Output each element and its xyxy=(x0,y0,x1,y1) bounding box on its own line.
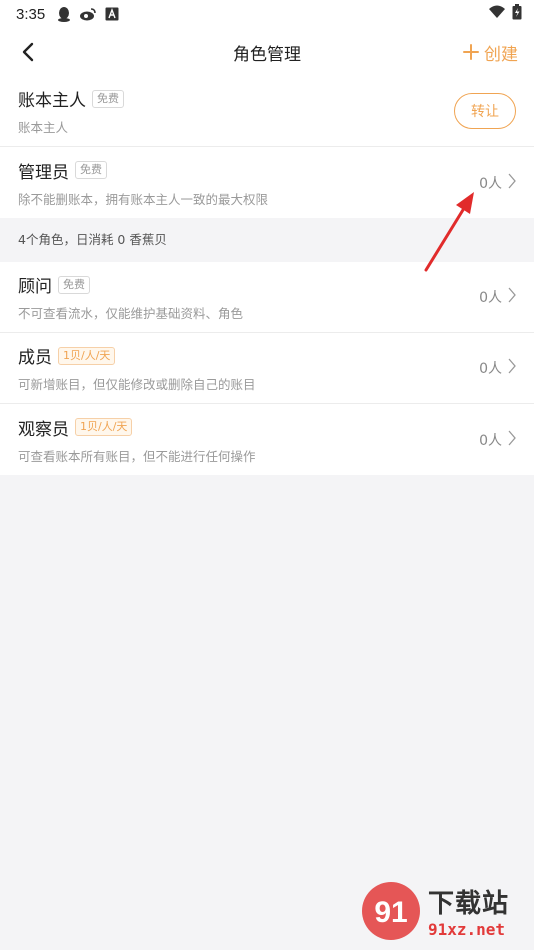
chevron-right-icon xyxy=(508,358,516,378)
nav-bar: 角色管理 创建 xyxy=(0,28,534,76)
role-count: 0人 xyxy=(479,173,516,193)
role-row-observer[interactable]: 观察员 1贝/人/天 可查看账本所有账目，但不能进行任何操作 0人 xyxy=(0,404,534,475)
create-button[interactable]: 创建 xyxy=(462,40,518,65)
status-right xyxy=(488,4,522,24)
role-badge: 免费 xyxy=(92,89,124,108)
font-a-icon xyxy=(103,5,121,23)
role-name: 管理员 xyxy=(18,162,69,183)
role-desc: 可查看账本所有账目，但不能进行任何操作 xyxy=(18,448,256,464)
chevron-right-icon xyxy=(508,430,516,450)
role-badge: 1贝/人/天 xyxy=(75,418,133,436)
role-row-advisor[interactable]: 顾问 免费 不可查看流水，仅能维护基础资料、角色 0人 xyxy=(0,262,534,333)
role-count: 0人 xyxy=(479,358,516,378)
role-desc: 账本主人 xyxy=(18,120,69,135)
role-desc: 可新增账目，但仅能修改或删除自己的账目 xyxy=(18,377,256,392)
role-count: 0人 xyxy=(479,430,516,450)
watermark-url: 91xz.net xyxy=(428,920,506,939)
top-roles-section: 账本主人 免费 账本主人 转让 管理员 免费 除不能删账本，拥有账本主人一致的最… xyxy=(0,76,534,218)
role-count: 0人 xyxy=(479,287,516,307)
back-button[interactable] xyxy=(16,40,40,64)
role-name: 观察员 xyxy=(18,419,69,440)
create-label: 创建 xyxy=(484,44,518,65)
weibo-icon xyxy=(79,5,97,23)
wifi-icon xyxy=(488,5,506,23)
role-row-owner: 账本主人 免费 账本主人 转让 xyxy=(0,76,534,147)
roles-summary: 4个角色，日消耗 0 香蕉贝 xyxy=(0,218,534,262)
role-badge: 免费 xyxy=(58,275,90,294)
role-count-value: 0人 xyxy=(479,361,502,377)
status-time: 3:35 xyxy=(16,5,46,23)
role-badge: 1贝/人/天 xyxy=(58,346,116,365)
role-count-value: 0人 xyxy=(479,432,502,449)
qq-icon xyxy=(55,5,73,23)
watermark: 91 下载站 91xz.net xyxy=(360,876,530,946)
plus-icon xyxy=(463,44,479,60)
status-bar: 3:35 xyxy=(0,0,534,28)
role-count-value: 0人 xyxy=(479,290,502,306)
role-row-admin[interactable]: 管理员 免费 除不能删账本，拥有账本主人一致的最大权限 0人 xyxy=(0,147,534,218)
battery-icon xyxy=(512,4,522,24)
role-name: 成员 xyxy=(18,348,52,368)
role-name: 账本主人 xyxy=(18,91,86,111)
transfer-button[interactable]: 转让 xyxy=(454,93,516,129)
role-desc: 除不能删账本，拥有账本主人一致的最大权限 xyxy=(18,191,269,207)
watermark-logo-text: 91 xyxy=(374,896,407,929)
role-badge: 免费 xyxy=(75,161,107,179)
watermark-logo: 91 xyxy=(360,880,422,942)
chevron-left-icon xyxy=(22,42,34,62)
other-roles-section: 顾问 免费 不可查看流水，仅能维护基础资料、角色 0人 成员 1贝/人/天 可新… xyxy=(0,262,534,475)
watermark-cn: 下载站 xyxy=(428,889,510,919)
page-title: 角色管理 xyxy=(233,44,301,65)
chevron-right-icon xyxy=(508,287,516,307)
role-name: 顾问 xyxy=(18,277,52,297)
chevron-right-icon xyxy=(508,173,516,193)
role-desc: 不可查看流水，仅能维护基础资料、角色 xyxy=(18,306,244,321)
role-row-member[interactable]: 成员 1贝/人/天 可新增账目，但仅能修改或删除自己的账目 0人 xyxy=(0,333,534,404)
role-count-value: 0人 xyxy=(479,175,502,192)
